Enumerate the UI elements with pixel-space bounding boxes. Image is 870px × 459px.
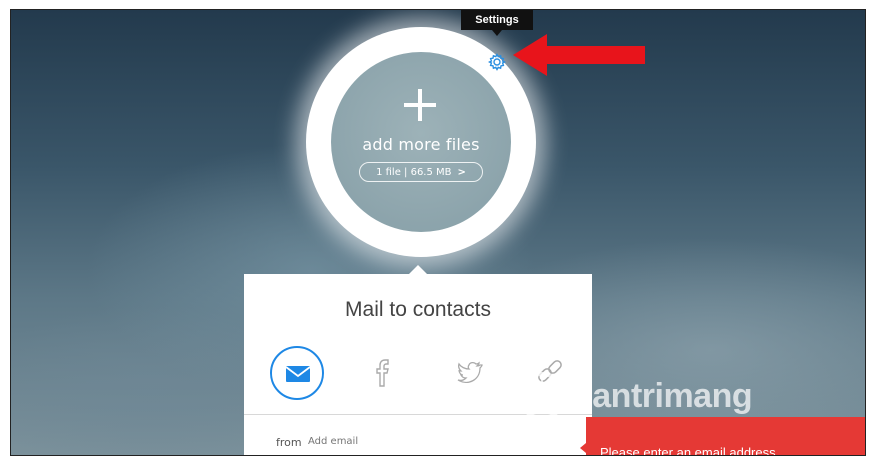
facebook-icon[interactable] — [358, 346, 412, 400]
share-email-option[interactable] — [270, 346, 324, 400]
from-label: from — [276, 436, 302, 449]
panel-title: Mail to contacts — [345, 298, 491, 321]
error-tooltip: Please enter an email address — [580, 417, 865, 456]
watermark-text: uantrimang — [572, 376, 753, 415]
chevron-right-icon: > — [457, 166, 466, 178]
file-summary-text: 1 file | 66.5 MB — [376, 166, 452, 178]
gear-icon[interactable] — [487, 52, 507, 72]
app-screen: add more files 1 file | 66.5 MB > Settin… — [10, 9, 866, 456]
settings-tooltip-label: Settings — [475, 14, 519, 26]
add-files-label: add more files — [362, 135, 480, 154]
error-message: Please enter an email address — [600, 445, 776, 456]
watermark-logo: uantrimang — [516, 368, 753, 424]
email-icon — [285, 366, 311, 382]
lightbulb-icon — [518, 372, 566, 420]
twitter-icon[interactable] — [440, 346, 494, 400]
share-panel: Mail to contacts from — [244, 265, 592, 455]
settings-tooltip: Settings — [461, 10, 533, 36]
plus-icon — [400, 87, 440, 127]
from-email-input[interactable] — [308, 436, 433, 447]
red-arrow-annotation — [513, 34, 645, 76]
file-summary-pill[interactable]: 1 file | 66.5 MB > — [359, 162, 483, 182]
